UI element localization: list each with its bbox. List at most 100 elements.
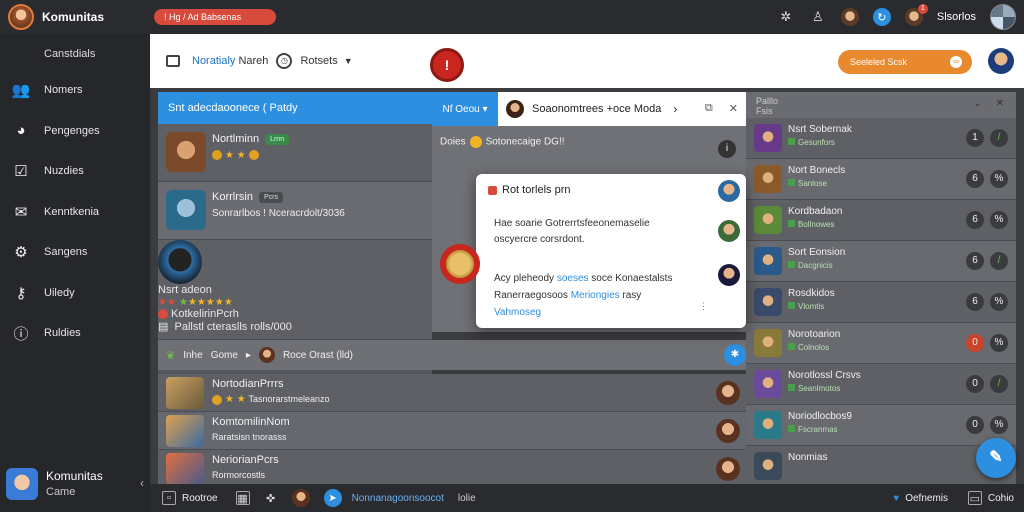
username[interactable]: Slsorlos <box>937 11 976 23</box>
clock-icon[interactable]: ◷ <box>276 53 293 69</box>
chevron-right-icon: ▸ <box>245 349 251 361</box>
list-item[interactable]: Sort Eonsion Dacgnicis 6 / <box>746 241 1016 282</box>
achievement-badge-icon[interactable] <box>440 244 480 284</box>
action-button[interactable]: / <box>990 252 1008 270</box>
count-button[interactable]: 0 <box>966 334 984 352</box>
cta-button[interactable]: Seeleled Scsk ∞ <box>838 50 972 74</box>
sidebar-profile[interactable]: Komunitas Came ‹ <box>0 456 150 512</box>
list-item[interactable]: Kordbadaon Bollnowes 6% <box>746 200 1016 241</box>
list-item-name: Sort Eonsion <box>788 247 846 258</box>
row-subtitle: Rormorcostls <box>212 470 266 480</box>
popup-link[interactable]: Vahmoseg <box>494 307 541 318</box>
user-avatar[interactable] <box>990 4 1016 30</box>
avatar <box>754 165 782 193</box>
table-row[interactable]: NeriorianPcrs Rormorcostls <box>158 450 746 488</box>
action-button[interactable]: / <box>990 375 1008 393</box>
chevron-down-icon[interactable]: ▼ <box>344 56 353 66</box>
count-button[interactable]: 6 <box>966 293 984 311</box>
avatar[interactable] <box>718 180 740 202</box>
count-button[interactable]: 1 <box>966 129 984 147</box>
count-button[interactable]: 0 <box>966 416 984 434</box>
breadcrumb[interactable]: Noratialy Nareh <box>192 55 268 67</box>
link-icon: ∞ <box>950 56 962 68</box>
sidebar-item-help[interactable]: ⓘ Ruldies <box>0 313 150 354</box>
list-item[interactable]: Rosdkidos Vlomtis 6% <box>746 282 1016 323</box>
avatar[interactable] <box>988 48 1014 74</box>
notification-count-badge: 1 <box>917 4 928 14</box>
sidebar-item-settings[interactable]: ⚙ Sangens <box>0 232 150 273</box>
action-button[interactable]: % <box>990 334 1008 352</box>
list-item[interactable]: Nonmias <box>746 446 1016 487</box>
share-icon[interactable]: ➤ <box>323 489 342 507</box>
list-item[interactable]: Norotoarion Colnolos 0% <box>746 323 1016 364</box>
info-icon[interactable]: i <box>718 140 736 158</box>
avatar[interactable] <box>716 457 740 481</box>
sidebar-item-explore[interactable]: ◕ Pengenges <box>0 111 150 152</box>
action-button[interactable]: % <box>990 170 1008 188</box>
settings-dropdown[interactable]: Rotsets <box>300 55 337 67</box>
sidebar-item-messages[interactable]: ✉ Kenntkenia <box>0 192 150 233</box>
left-panel-header[interactable]: Snt adecdaoonece ( Patdy <box>158 92 432 124</box>
avatar[interactable] <box>718 220 740 242</box>
refresh-icon[interactable]: ↻ <box>872 8 891 26</box>
sidebar-item-members[interactable]: 👥 Nomers <box>0 70 150 111</box>
list-item-expanded[interactable]: Nsrt adeon ★★ ★★★★★★ KotkelirinPcrh ▤ Pa… <box>158 240 432 340</box>
sidebar-item-security[interactable]: ⚷ Uiledy <box>0 273 150 314</box>
table-row[interactable]: NortodianPrrrs ★ ★ Tasnorarstmeleanzo <box>158 374 746 412</box>
avatar[interactable] <box>716 419 740 443</box>
compose-button[interactable]: ✱ <box>724 344 746 366</box>
list-item[interactable]: Nsrt Sobernak Gesunfors 1 / <box>746 118 1016 159</box>
expand-icon[interactable]: ⌄ <box>973 98 981 109</box>
profile-sub: Came <box>46 486 76 498</box>
list-item[interactable]: Korrlrsin Pcrs Sonrarlbos ! Nceracrdolt/3… <box>158 182 432 240</box>
action-button[interactable]: % <box>990 293 1008 311</box>
notifications-avatar-icon[interactable]: 1 <box>904 4 928 26</box>
grid-icon[interactable]: ▦ <box>235 491 250 505</box>
list-item-name: Kordbadaon <box>788 206 843 217</box>
avatar[interactable] <box>291 489 310 507</box>
bottom-item-right-b[interactable]: ▭ Cohio <box>967 491 1014 505</box>
chevron-right-icon[interactable]: › <box>673 102 677 116</box>
section-tab-b[interactable]: Gome <box>211 350 238 361</box>
bottom-item-right-a[interactable]: ♥ Oefnemis <box>893 493 948 504</box>
action-button[interactable]: / <box>990 129 1008 147</box>
bottom-item-a[interactable]: ▫ Rootroe <box>162 491 218 505</box>
list-item[interactable]: Noriodlocbos9 Fscranmas 0% <box>746 405 1016 446</box>
list-item[interactable]: Nortlminn Lrnn ★ ★ <box>158 124 432 182</box>
avatar <box>506 100 524 118</box>
table-row[interactable]: KomtomilinNom Raratsisn tnorasss <box>158 412 746 450</box>
bottom-item-b[interactable]: Nonnanagoonsoocot lolie <box>352 493 476 504</box>
more-icon[interactable]: ⋮ <box>699 301 708 312</box>
user-pin-icon[interactable]: ♙ <box>809 8 827 26</box>
close-icon[interactable]: ✕ <box>996 98 1004 109</box>
popup-link[interactable]: soeses <box>557 273 589 284</box>
section-tab-a[interactable]: Inhe <box>183 350 202 361</box>
count-button[interactable]: 6 <box>966 252 984 270</box>
floating-action-button[interactable]: ✎ <box>976 438 1016 478</box>
count-button[interactable]: 6 <box>966 211 984 229</box>
chevron-left-icon[interactable]: ‹ <box>140 476 144 490</box>
list-item[interactable]: Nort Bonecls Sanlose 6% <box>746 159 1016 200</box>
action-button[interactable]: % <box>990 211 1008 229</box>
popout-icon[interactable]: ⧉ <box>705 102 713 115</box>
friend-avatar-icon[interactable] <box>840 8 859 26</box>
avatar[interactable] <box>718 264 740 286</box>
count-button[interactable]: 0 <box>966 375 984 393</box>
section-tab-c[interactable]: Roce Orast (lld) <box>283 350 353 361</box>
sparkle-icon[interactable]: ✲ <box>777 8 795 26</box>
alert-marker-icon[interactable]: ! <box>430 48 464 82</box>
tab-filter[interactable]: Nf Oeou ▾ <box>432 92 498 126</box>
close-icon[interactable]: ✕ <box>729 102 738 115</box>
popup-link[interactable]: Meriongies <box>571 290 620 301</box>
conversation-header: Nf Oeou ▾ Soaonomtrees +oce Moda › ⧉ ✕ <box>432 92 746 126</box>
action-button[interactable]: % <box>990 416 1008 434</box>
document-icon: ▤ <box>158 321 169 333</box>
list-item[interactable]: Norotlossl Crsvs Seanlmotos 0 / <box>746 364 1016 405</box>
avatar[interactable] <box>716 381 740 405</box>
avatar <box>258 347 275 363</box>
row-title-text: Komtomilin <box>212 416 267 428</box>
puzzle-icon[interactable]: ✜ <box>264 491 278 505</box>
sidebar-item-inbox[interactable]: ☑ Nuzdies <box>0 151 150 192</box>
count-button[interactable]: 6 <box>966 170 984 188</box>
alert-pill[interactable]: ! Hg / Ad Babsenas <box>154 9 277 25</box>
